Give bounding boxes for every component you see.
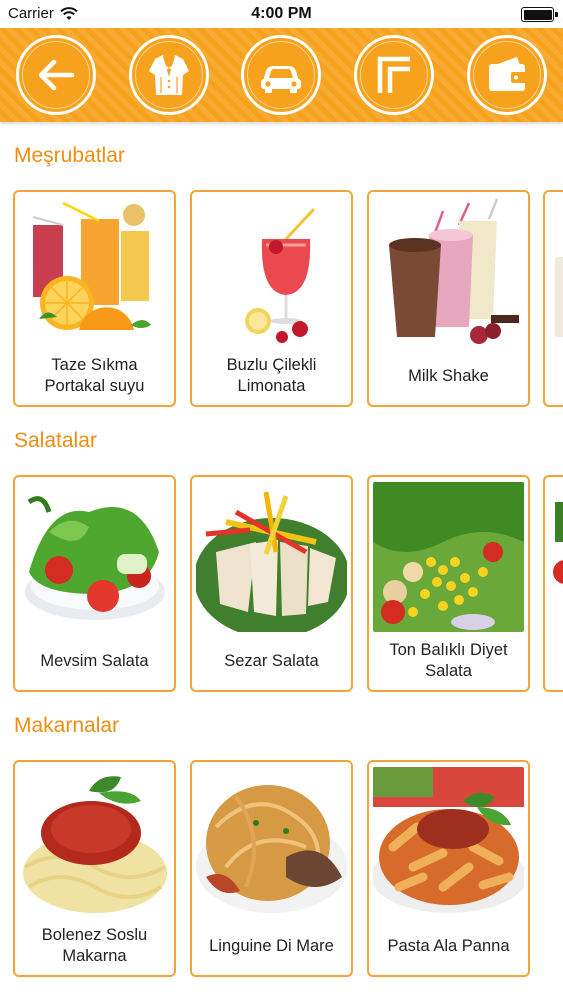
partial-item-image — [549, 482, 563, 632]
section-title-drinks: Meşrubatlar — [14, 144, 125, 167]
menu-item-name: Taze Sıkma Portakal suyu — [44, 356, 145, 395]
menu-item-card[interactable]: Buzlu Çilekli Limonata — [190, 190, 353, 407]
caesar-salad-image — [196, 482, 347, 632]
status-bar: Carrier 4:00 PM — [0, 0, 563, 28]
section-title-salads: Salatalar — [14, 429, 97, 452]
menu-item-name: Milk Shake — [408, 366, 489, 385]
section-title-pastas: Makarnalar — [14, 714, 120, 737]
milkshake-image — [373, 197, 524, 347]
orange-juice-image — [19, 197, 170, 347]
strawberry-lemonade-image — [196, 197, 347, 347]
linguine-di-mare-image — [196, 767, 347, 917]
tuna-diet-salad-image — [373, 482, 524, 632]
seasonal-salad-image — [19, 482, 170, 632]
menu-item-card-partial[interactable] — [543, 475, 563, 692]
back-arrow-icon — [38, 59, 75, 91]
tuxedo-button[interactable] — [129, 35, 209, 115]
menu-item-card[interactable]: Milk Shake — [367, 190, 530, 407]
battery-icon — [521, 7, 558, 22]
menu-item-card[interactable]: Ton Balıklı Diyet Salata — [367, 475, 530, 692]
menu-item-name: Ton Balıklı Diyet Salata — [389, 641, 508, 680]
menu-item-card[interactable]: Mevsim Salata — [13, 475, 176, 692]
menu-item-name: Pasta Ala Panna — [387, 936, 510, 955]
wallet-button[interactable] — [467, 35, 547, 115]
menu-item-name: Linguine Di Mare — [209, 936, 334, 955]
menu-item-card-partial[interactable] — [543, 190, 563, 407]
bolognese-pasta-image — [19, 767, 170, 917]
status-time: 4:00 PM — [251, 5, 312, 22]
menu-item-name: Sezar Salata — [224, 651, 319, 670]
menu-item-card[interactable]: Linguine Di Mare — [190, 760, 353, 977]
menu-item-card[interactable]: Pasta Ala Panna — [367, 760, 530, 977]
tuxedo-icon — [149, 55, 189, 95]
menu-item-card[interactable]: Taze Sıkma Portakal suyu — [13, 190, 176, 407]
top-toolbar — [0, 28, 563, 122]
menu-item-name: Buzlu Çilekli Limonata — [226, 356, 317, 395]
back-button[interactable] — [16, 35, 96, 115]
pasta-ala-panna-image — [373, 767, 524, 917]
car-icon — [261, 66, 301, 93]
menu-item-name: Bolenez Soslu Makarna — [41, 926, 148, 965]
partial-item-image — [549, 197, 563, 347]
menu-item-name: Mevsim Salata — [40, 651, 149, 670]
menu-item-card[interactable]: Sezar Salata — [190, 475, 353, 692]
car-button[interactable] — [241, 35, 321, 115]
corner-icon — [377, 56, 410, 93]
menu-item-card[interactable]: Bolenez Soslu Makarna — [13, 760, 176, 977]
corner-button[interactable] — [354, 35, 434, 115]
wallet-icon — [489, 57, 527, 91]
